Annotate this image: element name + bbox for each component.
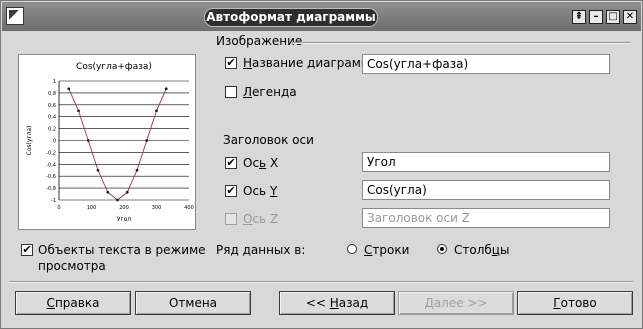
y-tick-label: -0,4 bbox=[46, 162, 56, 168]
checkmark-icon: ✔ bbox=[226, 184, 236, 197]
legend-checkbox[interactable] bbox=[225, 86, 237, 98]
y-tick-label: 1 bbox=[53, 79, 56, 85]
axis-z-checkbox[interactable] bbox=[225, 213, 237, 225]
y-tick-label: -0,8 bbox=[46, 186, 56, 192]
y-tick-label: -0,2 bbox=[46, 150, 56, 156]
axis-x-label: Ось X bbox=[243, 156, 279, 170]
data-point bbox=[77, 109, 80, 113]
done-button[interactable]: Готово bbox=[517, 291, 633, 315]
series-in-label: Ряд данных в: bbox=[216, 243, 306, 257]
x-tick-label: 200 bbox=[119, 205, 129, 211]
chart-svg: Cos(угла+фаза) 1 0,8 0,6 0,4 0,2 0 -0,2 -0,4 -0,6… bbox=[26, 62, 194, 223]
maximize-button[interactable]: □ bbox=[606, 10, 620, 24]
preview-text-checkbox[interactable]: ✔ bbox=[21, 244, 33, 256]
preview-text-label-line1: Объекты текста в режиме bbox=[38, 243, 206, 257]
columns-radio[interactable] bbox=[437, 244, 447, 254]
data-point bbox=[106, 190, 110, 194]
cancel-button[interactable]: Отмена bbox=[135, 291, 251, 315]
rows-radio[interactable] bbox=[347, 244, 357, 254]
axis-x-checkbox[interactable]: ✔ bbox=[225, 157, 237, 169]
data-point bbox=[145, 139, 149, 142]
data-point bbox=[116, 198, 119, 202]
x-tick-label: 400 bbox=[184, 205, 194, 211]
y-axis-label: Cos(угла) bbox=[26, 126, 33, 156]
axis-section-title: Заголовок оси bbox=[223, 133, 314, 147]
axis-z-input[interactable]: Заголовок оси Z bbox=[362, 208, 610, 228]
chart-title-label: Название диаграммы bbox=[243, 56, 380, 70]
y-tick-label: 0 bbox=[53, 139, 56, 145]
rows-label: Строки bbox=[364, 243, 410, 257]
y-tick-label: 0,6 bbox=[48, 103, 56, 109]
back-button[interactable]: << Назад bbox=[279, 291, 395, 315]
axis-y-input[interactable]: Cos(угла) bbox=[362, 180, 610, 200]
close-button[interactable]: ✕ bbox=[623, 10, 637, 24]
help-button[interactable]: Справка bbox=[15, 291, 131, 315]
shade-button[interactable]: ⇞ bbox=[572, 10, 586, 24]
checkmark-icon: ✔ bbox=[226, 56, 236, 69]
y-tick-label: 0,2 bbox=[48, 127, 56, 133]
data-point bbox=[67, 87, 71, 91]
chart-title-checkbox[interactable]: ✔ bbox=[225, 57, 237, 69]
data-point bbox=[135, 168, 139, 172]
title-bar[interactable]: Автоформат диаграммы ⇞ – □ ✕ bbox=[2, 2, 641, 31]
y-tick-label: 0,4 bbox=[48, 115, 56, 121]
data-point bbox=[164, 87, 168, 91]
chart-title: Cos(угла+фаза) bbox=[76, 62, 152, 72]
data-point bbox=[125, 190, 129, 194]
legend-label: Легенда bbox=[243, 85, 297, 99]
chart-app-icon[interactable] bbox=[6, 7, 24, 25]
image-section-title: Изображение bbox=[216, 34, 303, 48]
minimize-button[interactable]: – bbox=[589, 10, 603, 24]
axis-x-input[interactable]: Угол bbox=[362, 152, 610, 172]
series-line bbox=[68, 88, 167, 201]
axis-y-checkbox[interactable]: ✔ bbox=[225, 185, 237, 197]
dialog-window: Автоформат диаграммы ⇞ – □ ✕ Cos(угла+фа… bbox=[0, 0, 643, 329]
bottom-divider bbox=[9, 281, 633, 283]
preview-text-label-line2: просмотра bbox=[38, 259, 106, 273]
checkmark-icon: ✔ bbox=[22, 243, 32, 256]
x-tick-label: 100 bbox=[87, 205, 97, 211]
data-point bbox=[155, 109, 158, 113]
axis-z-label: Ось Z bbox=[243, 212, 279, 226]
x-tick-label: 300 bbox=[152, 205, 162, 211]
x-tick-label: 0 bbox=[57, 205, 60, 211]
x-axis-label: Угол bbox=[117, 216, 131, 223]
axis-y-label: Ось Y bbox=[243, 184, 278, 198]
y-tick-label: -0,6 bbox=[46, 174, 56, 180]
columns-label: Столбцы bbox=[454, 243, 510, 257]
window-title: Автоформат диаграммы bbox=[204, 8, 378, 27]
data-point bbox=[96, 168, 100, 172]
checkmark-icon: ✔ bbox=[226, 156, 236, 169]
y-tick-label: -1 bbox=[51, 198, 56, 204]
next-button[interactable]: Далее >> bbox=[398, 291, 514, 315]
data-point bbox=[86, 139, 90, 142]
chart-preview: Cos(угла+фаза) 1 0,8 0,6 0,4 0,2 0 -0,2 -0,4 -0,6… bbox=[18, 54, 196, 230]
image-section-divider bbox=[293, 42, 631, 44]
y-tick-label: 0,8 bbox=[48, 91, 56, 97]
chart-title-input[interactable]: Cos(угла+фаза) bbox=[362, 54, 610, 74]
